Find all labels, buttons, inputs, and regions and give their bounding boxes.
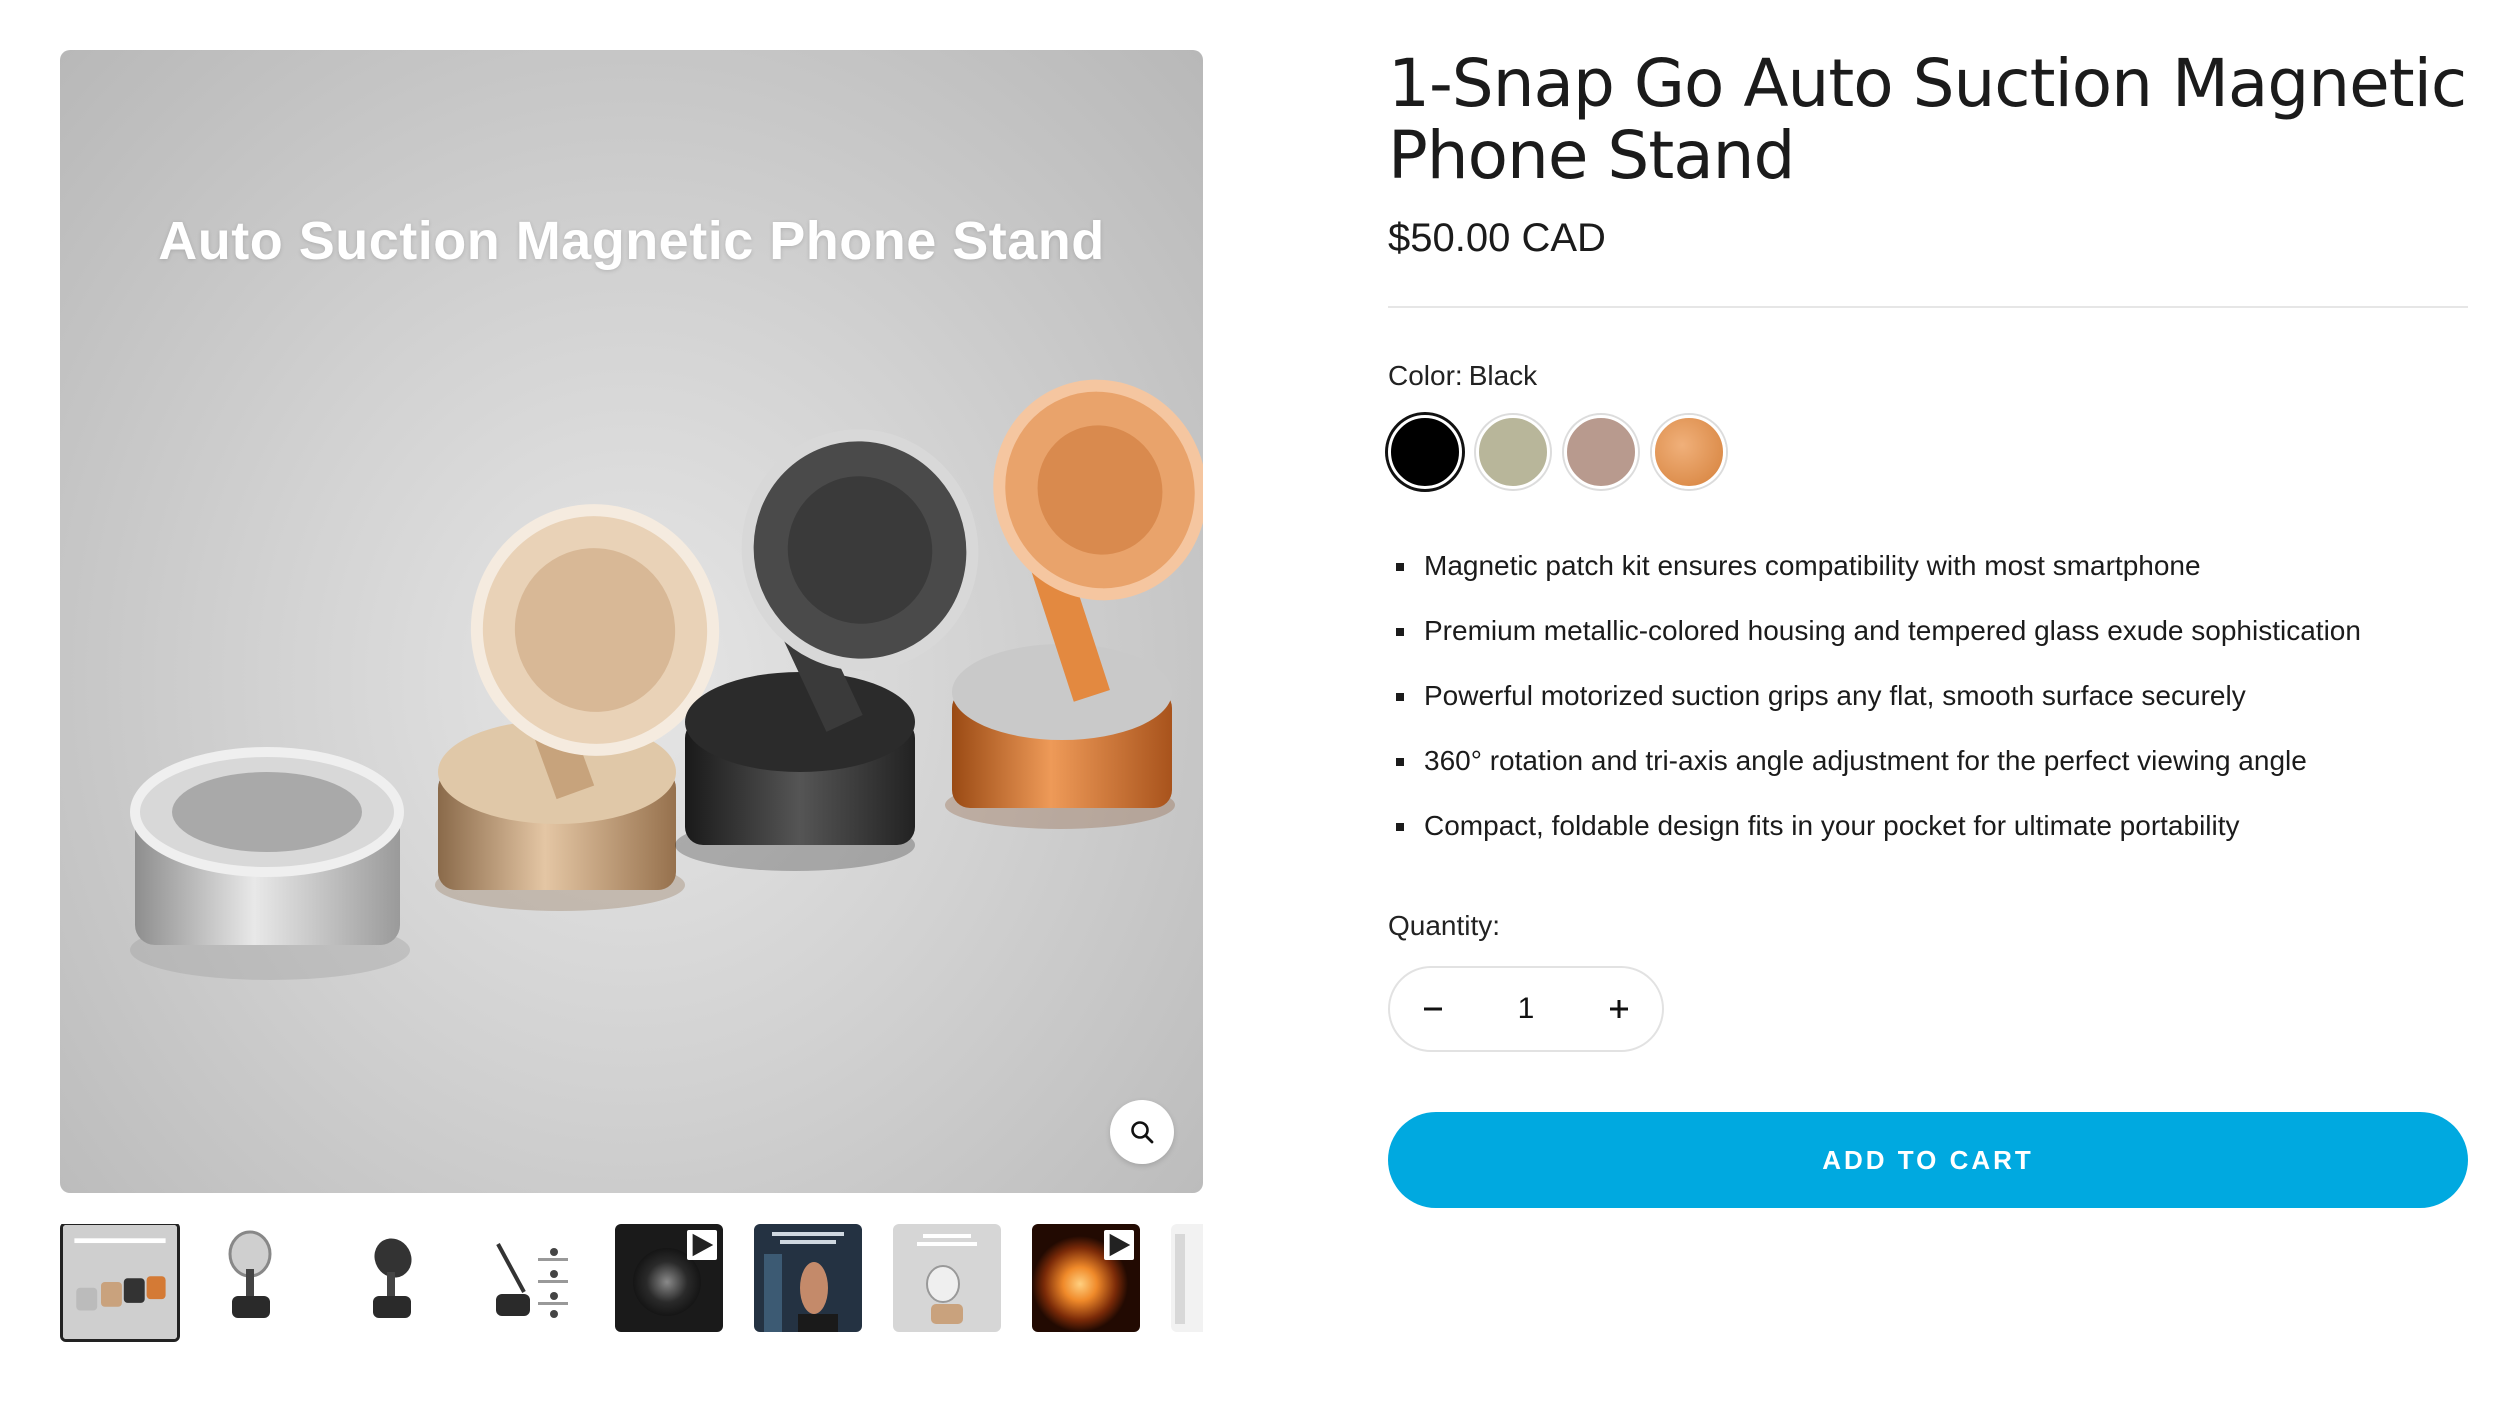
thumbnail-4[interactable] bbox=[476, 1224, 584, 1332]
quantity-stepper bbox=[1388, 966, 1664, 1052]
play-icon bbox=[1109, 1233, 1131, 1257]
swatch-rose[interactable] bbox=[1564, 415, 1638, 489]
product-price: $50.00 CAD bbox=[1388, 216, 1606, 260]
minus-icon bbox=[1424, 1007, 1442, 1011]
play-icon bbox=[692, 1233, 714, 1257]
thumbnail-8-video[interactable] bbox=[1032, 1224, 1140, 1332]
add-to-cart-button[interactable]: ADD TO CART bbox=[1388, 1112, 2468, 1208]
quantity-input[interactable] bbox=[1484, 991, 1568, 1027]
magnifier-icon bbox=[1131, 1121, 1154, 1144]
feature-item: 360° rotation and tri-axis angle adjustm… bbox=[1388, 743, 2361, 808]
color-label: Color: Black bbox=[1388, 360, 1537, 392]
thumbnail-9[interactable] bbox=[1171, 1224, 1203, 1332]
feature-item: Magnetic patch kit ensures compatibility… bbox=[1388, 548, 2361, 613]
increment-button[interactable] bbox=[1576, 968, 1662, 1050]
zoom-button[interactable] bbox=[1110, 1100, 1174, 1164]
feature-list: Magnetic patch kit ensures compatibility… bbox=[1388, 548, 2361, 873]
product-title: 1-Snap Go Auto Suction Magnetic Phone St… bbox=[1388, 45, 2467, 194]
main-product-image[interactable]: Auto Suction Magnetic Phone Stand bbox=[60, 50, 1203, 1193]
color-swatches bbox=[1388, 415, 1726, 489]
feature-item: Powerful motorized suction grips any fla… bbox=[1388, 678, 2361, 743]
decrement-button[interactable] bbox=[1390, 968, 1476, 1050]
color-label-text: Color: bbox=[1388, 360, 1463, 391]
thumbnail-7[interactable] bbox=[893, 1224, 1001, 1332]
feature-item: Compact, foldable design fits in your po… bbox=[1388, 808, 2361, 873]
quantity-label: Quantity: bbox=[1388, 910, 1501, 941]
divider bbox=[1388, 306, 2468, 308]
selected-color-name: Black bbox=[1468, 360, 1538, 391]
hero-title: Auto Suction Magnetic Phone Stand bbox=[158, 211, 1105, 271]
thumbnail-3[interactable] bbox=[337, 1224, 445, 1332]
feature-item: Premium metallic-colored housing and tem… bbox=[1388, 613, 2361, 678]
thumbnail-2[interactable] bbox=[198, 1224, 306, 1332]
swatch-orange[interactable] bbox=[1652, 415, 1726, 489]
thumbnail-6[interactable] bbox=[754, 1224, 862, 1332]
swatch-black[interactable] bbox=[1388, 415, 1462, 489]
swatch-sage[interactable] bbox=[1476, 415, 1550, 489]
plus-icon bbox=[1610, 1000, 1628, 1018]
thumbnail-1[interactable] bbox=[60, 1224, 180, 1342]
thumbnail-5-video[interactable] bbox=[615, 1224, 723, 1332]
thumbnail-strip bbox=[60, 1224, 1203, 1348]
